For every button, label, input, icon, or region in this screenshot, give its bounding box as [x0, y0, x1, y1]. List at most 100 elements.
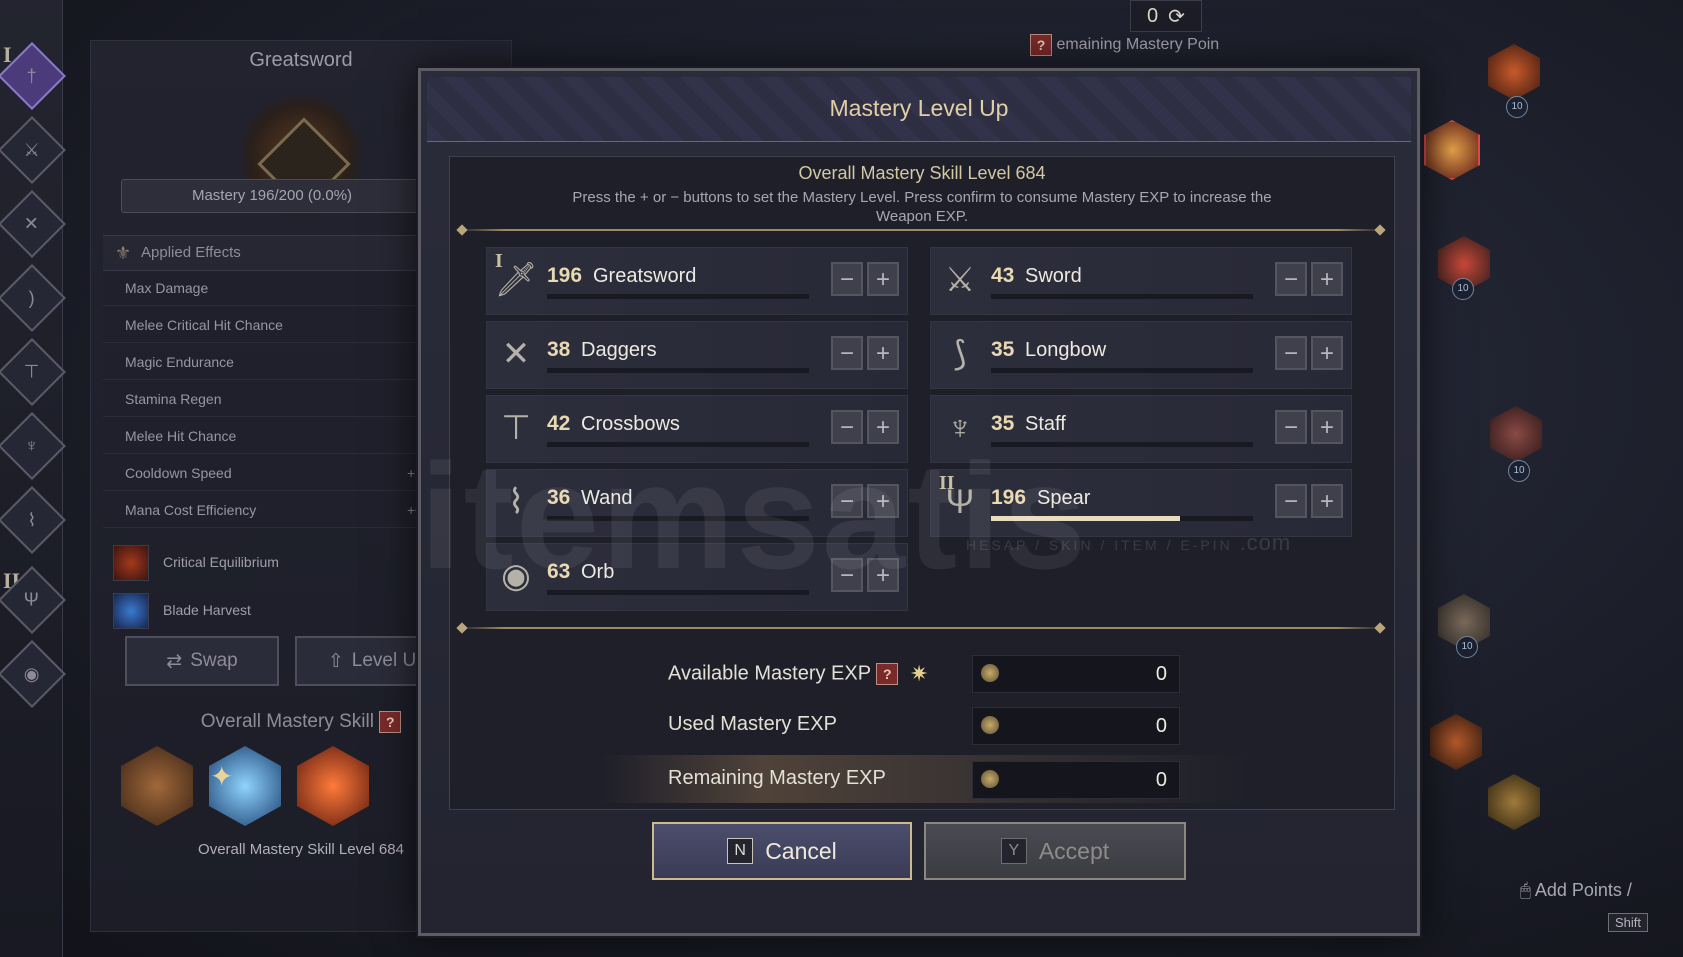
applied-effects-label: Applied Effects [141, 244, 241, 261]
daggers-minus-button[interactable]: − [831, 336, 863, 370]
cancel-button[interactable]: N Cancel [652, 822, 912, 880]
weapon-progress-track [547, 294, 809, 299]
stat-label: Max Damage [125, 280, 209, 296]
weapon-rail: I † ⚔ ✕ ) ⊤ ♆ ⌇ II Ψ ◉ [0, 0, 66, 957]
remaining-exp-row: Remaining Mastery EXP 0 [600, 755, 1250, 803]
tree-node-level-badge: 10 [1456, 636, 1478, 658]
remaining-exp-label: Remaining Mastery EXP [668, 767, 886, 789]
tree-node-icon[interactable] [1490, 406, 1542, 462]
add-points-label: Add Points / [1534, 880, 1632, 900]
stat-label: Melee Hit Chance [125, 428, 237, 444]
sword-plus-button[interactable]: + [1311, 262, 1343, 296]
skill-row[interactable]: Blade Harvest [113, 591, 433, 631]
skill-row[interactable]: Critical Equilibrium [113, 543, 433, 583]
available-exp-field: 0 [972, 655, 1180, 693]
mastery-point-counter[interactable]: 0 ⟳ [1130, 0, 1202, 32]
longbow-plus-button[interactable]: + [1311, 336, 1343, 370]
rail-staff-icon[interactable]: ♆ [0, 412, 66, 480]
skill-name: Blade Harvest [163, 602, 251, 618]
y-key-icon: Y [1000, 838, 1027, 864]
rail-daggers-icon[interactable]: ✕ [0, 190, 66, 258]
n-key-icon: N [727, 838, 754, 864]
exp-coin-icon [981, 770, 999, 788]
tier-numeral: I [495, 250, 503, 272]
tree-node-level-badge: 10 [1508, 460, 1530, 482]
arrow-up-icon: ⇧ [327, 650, 344, 672]
rail-crossbow-icon[interactable]: ⊤ [0, 338, 66, 406]
remaining-exp-value: 0 [1155, 769, 1167, 791]
rail-sword-icon[interactable]: ⚔ [0, 116, 66, 184]
blade-harvest-icon [113, 593, 149, 629]
longbow-minus-button[interactable]: − [1275, 336, 1307, 370]
weapon-card-longbow: ⟆ 35 Longbow − + [930, 321, 1352, 389]
sword-minus-button[interactable]: − [1275, 262, 1307, 296]
critical-equilibrium-icon [113, 545, 149, 581]
mastery-progress-bar: Mastery 196/200 (0.0%) [121, 179, 423, 213]
cancel-label: Cancel [765, 837, 837, 864]
longbow-icon: ⟆ [953, 335, 967, 373]
staff-plus-button[interactable]: + [1311, 410, 1343, 444]
weapon-name: Greatsword [593, 265, 697, 287]
accept-button[interactable]: Y Accept [924, 822, 1186, 880]
daggers-plus-button[interactable]: + [867, 336, 899, 370]
available-exp-text: Available Mastery EXP [668, 662, 871, 685]
used-exp-value: 0 [1155, 715, 1167, 737]
help-icon[interactable]: ? [1030, 34, 1052, 56]
tree-node-icon[interactable] [1424, 120, 1480, 180]
available-exp-label: Available Mastery EXP ? ✷ [668, 661, 928, 687]
watermark-sub-text: HESAP / SKIN / ITEM / E-PIN [966, 537, 1233, 553]
level-up-label: Level U [351, 650, 417, 671]
counter-value: 0 [1147, 4, 1159, 27]
swap-label: Swap [190, 650, 238, 671]
staff-minus-button[interactable]: − [1275, 410, 1307, 444]
greatsword-plus-button[interactable]: + [867, 262, 899, 296]
available-exp-row: Available Mastery EXP ? ✷ 0 [600, 649, 1250, 697]
divider [458, 229, 1384, 231]
spear-minus-button[interactable]: − [1275, 484, 1307, 518]
overall-skill-3-icon[interactable] [297, 746, 369, 826]
spear-plus-button[interactable]: + [1311, 484, 1343, 518]
applied-effects-header[interactable]: ⚜ Applied Effects [103, 235, 461, 271]
used-exp-label: Used Mastery EXP [668, 713, 837, 735]
stat-label: Stamina Regen [125, 391, 222, 407]
help-icon[interactable]: ? [379, 711, 402, 733]
watermark-text: itemsatis [420, 432, 1089, 600]
rail-longbow-icon[interactable]: ) [0, 264, 66, 332]
dialog-header: Mastery Level Up [427, 77, 1411, 142]
remaining-points-label: emaining Mastery Poin [1056, 36, 1220, 54]
swap-button[interactable]: ⇄ Swap [125, 636, 279, 686]
daggers-icon: ✕ [501, 335, 531, 373]
weapon-level: 35 [991, 338, 1015, 361]
stat-label: Melee Critical Hit Chance [125, 317, 283, 333]
tree-node-icon[interactable] [1488, 44, 1540, 100]
skill-name: Critical Equilibrium [163, 554, 279, 570]
stat-label: Magic Endurance [125, 354, 234, 370]
used-exp-row: Used Mastery EXP 0 [600, 701, 1250, 749]
weapon-card-daggers: ✕ 38 Daggers − + [486, 321, 908, 389]
refresh-icon[interactable]: ⟳ [1168, 4, 1185, 29]
weapon-progress-track [547, 368, 809, 373]
rail-wand-icon[interactable]: ⌇ [0, 486, 66, 554]
sun-emblem-icon: ✷ [909, 661, 929, 686]
help-icon[interactable]: ? [876, 663, 899, 685]
weapon-name: Sword [1025, 265, 1082, 287]
overall-skill-1-icon[interactable] [121, 746, 193, 826]
weapon-level: 43 [991, 264, 1015, 287]
tree-node-level-badge: 10 [1506, 96, 1528, 118]
remaining-points-header: ? emaining Mastery Poin [1030, 34, 1250, 60]
watermark-tagline: HESAP / SKIN / ITEM / E-PIN .com [966, 530, 1291, 556]
greatsword-minus-button[interactable]: − [831, 262, 863, 296]
weapon-progress-track [991, 368, 1253, 373]
overall-mastery-skill-label: Overall Mastery Skill [200, 711, 374, 733]
weapon-name: Longbow [1025, 339, 1107, 361]
tree-node-icon[interactable] [1430, 714, 1482, 770]
divider [458, 627, 1384, 629]
mouse-icon: 🖱 [1520, 880, 1531, 900]
available-exp-value: 0 [1155, 663, 1167, 685]
rail-orb-icon[interactable]: ◉ [0, 640, 66, 708]
overall-mastery-level: Overall Mastery Skill Level 684 [798, 163, 1046, 183]
weapon-card-sword: ⚔ 43 Sword − + [930, 247, 1352, 315]
stat-label: Cooldown Speed [125, 465, 232, 481]
tree-node-icon[interactable] [1488, 774, 1540, 830]
weapon-card-greatsword: 🗡 I 196 Greatsword − + [486, 247, 908, 315]
